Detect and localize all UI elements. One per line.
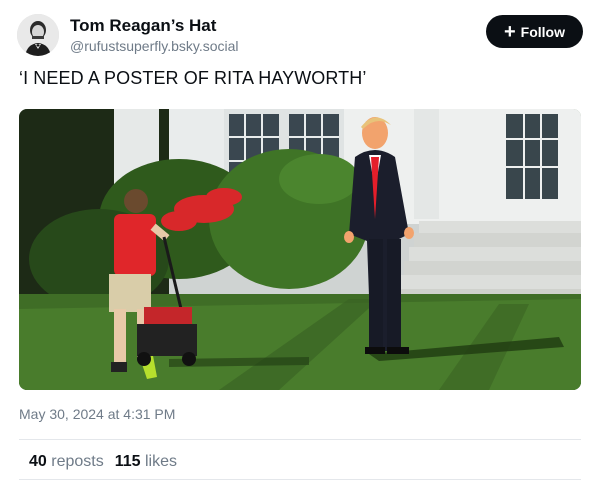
divider-bottom	[19, 479, 581, 480]
likes-label: likes	[144, 453, 177, 470]
likes-stat[interactable]: 115 likes	[115, 453, 177, 470]
post-image[interactable]	[19, 109, 581, 390]
post-text: ‘I NEED A POSTER OF RITA HAYWORTH’	[19, 68, 367, 88]
author-handle[interactable]: @rufustsuperfly.bsky.social	[70, 38, 239, 54]
avatar-image	[17, 14, 59, 56]
plus-icon: +	[503, 20, 516, 43]
follow-button[interactable]: + Follow	[486, 15, 583, 48]
post-timestamp[interactable]: May 30, 2024 at 4:31 PM	[19, 406, 175, 422]
author-avatar[interactable]	[17, 14, 59, 56]
engagement-stats: 40 reposts 115 likes	[29, 453, 177, 471]
follow-button-label: Follow	[520, 23, 565, 40]
reposts-count: 40	[29, 453, 47, 470]
post-card: Tom Reagan’s Hat @rufustsuperfly.bsky.so…	[0, 0, 601, 483]
divider	[19, 439, 581, 440]
reposts-stat[interactable]: 40 reposts	[29, 453, 104, 470]
photo-illustration	[19, 109, 581, 390]
author-display-name[interactable]: Tom Reagan’s Hat	[70, 16, 216, 36]
reposts-label: reposts	[51, 453, 104, 470]
likes-count: 115	[114, 453, 141, 470]
